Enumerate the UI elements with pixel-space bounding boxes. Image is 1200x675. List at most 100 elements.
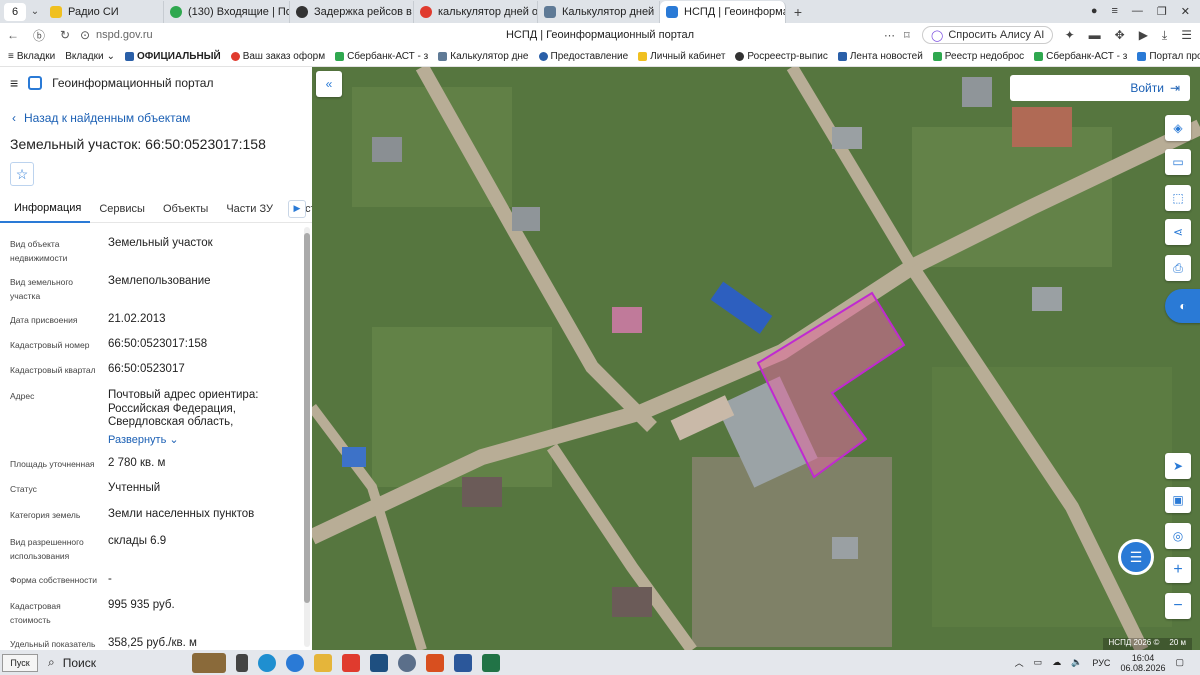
- minimap-icon[interactable]: ▣: [1165, 487, 1191, 513]
- tab-information[interactable]: Информация: [0, 195, 91, 223]
- os-taskbar: Пуск ⌕ Поиск ︿ ▭ ☁ 🔈 РУС 16:04 06.08.202…: [0, 650, 1200, 675]
- share-icon[interactable]: ⋖: [1165, 219, 1191, 245]
- start-button[interactable]: Пуск: [2, 653, 38, 672]
- app-icon[interactable]: [286, 653, 304, 672]
- layers-icon[interactable]: ◈: [1165, 115, 1191, 141]
- restore-icon[interactable]: ❐: [1157, 5, 1167, 18]
- menu-icon[interactable]: ≡: [1111, 5, 1117, 18]
- chat-icon[interactable]: ☰: [1118, 539, 1154, 575]
- alice-button[interactable]: ◯ Спросить Алису AI: [922, 26, 1054, 44]
- map-view[interactable]: « Войти ⇥ ◈ ▭ ⬚ ⋖ ⎙ ◐ ➤ ▣ ◎ ☰ + − НСПД 2…: [312, 67, 1200, 650]
- new-tab-icon[interactable]: +: [786, 4, 810, 20]
- navigation-arrow-icon[interactable]: ➤: [1165, 453, 1191, 479]
- panel-scrollbar[interactable]: [304, 227, 310, 647]
- cloud-icon[interactable]: ☁: [1052, 657, 1061, 668]
- yandex-browser-icon[interactable]: ⓑ: [26, 27, 52, 44]
- bookmark-item[interactable]: Лента новостей: [837, 51, 923, 62]
- expand-address-link[interactable]: Развернуть ⌄: [108, 433, 179, 446]
- yandex-browser-taskbar-icon[interactable]: [342, 653, 360, 672]
- play-icon[interactable]: ▶: [1139, 28, 1148, 43]
- tab-flights[interactable]: Задержка рейсов в Кольц: [290, 0, 414, 23]
- scale-bar: 20 м: [1169, 638, 1186, 647]
- bookmark-tabs[interactable]: Вкладки ⌄: [65, 51, 115, 62]
- bookmark-item[interactable]: Ваш заказ оформ: [230, 51, 325, 62]
- window-controls: ● ≡ — ❐ ✕: [1091, 5, 1200, 18]
- site-icon: [124, 52, 134, 61]
- collapse-panel-button[interactable]: «: [316, 71, 342, 97]
- word-icon[interactable]: [454, 653, 472, 672]
- puzzle-icon[interactable]: ✥: [1115, 28, 1125, 43]
- bookmark-item[interactable]: Сбербанк-АСТ - з: [335, 51, 428, 62]
- monitor-icon[interactable]: [370, 653, 388, 672]
- favorite-star-icon[interactable]: ☆: [10, 162, 34, 186]
- object-info-panel: ≡ Геоинформационный портал ‹ Назад к най…: [0, 67, 312, 650]
- tray-chevron-icon[interactable]: ︿: [1015, 656, 1024, 669]
- bookmark-tabs-menu[interactable]: ≡ Вкладки: [8, 51, 55, 62]
- scrollbar-thumb[interactable]: [304, 233, 310, 603]
- select-area-icon[interactable]: ⬚: [1165, 185, 1191, 211]
- app-orange-icon[interactable]: [426, 653, 444, 672]
- tab-services[interactable]: Сервисы: [90, 195, 154, 223]
- notifications-icon[interactable]: ▢: [1175, 657, 1184, 668]
- bookmark-item[interactable]: Портал простран: [1137, 51, 1200, 62]
- tab-calculator[interactable]: Калькулятор дней: [538, 0, 660, 23]
- url-field[interactable]: nspd.gov.ru: [96, 29, 153, 41]
- bookmark-item[interactable]: Личный кабинет: [638, 51, 725, 62]
- task-view-icon[interactable]: [236, 653, 248, 672]
- zoom-in-button[interactable]: +: [1165, 557, 1191, 583]
- alice-icon: ◯: [931, 29, 944, 42]
- pocket-icon[interactable]: ▬: [1089, 28, 1101, 43]
- window-close-icon[interactable]: ✕: [1181, 5, 1190, 18]
- bookmark-item[interactable]: Реестр недоброс: [932, 51, 1024, 62]
- tab-mail[interactable]: (130) Входящие | Почта: [164, 0, 290, 23]
- tab-nspd[interactable]: НСПД | Геоинформаци ✕: [660, 0, 786, 23]
- bookmark-item[interactable]: ОФИЦИАЛЬНЫЙ: [124, 51, 221, 62]
- bookmark-item[interactable]: Росреестр-выпис: [735, 51, 828, 62]
- chevron-down-icon: ⌄: [106, 51, 115, 62]
- reload-icon[interactable]: ↻: [52, 28, 78, 42]
- map-attribution: НСПД 2026 © 20 м: [1102, 638, 1192, 650]
- back-to-results-link[interactable]: ‹ Назад к найденным объектам: [12, 111, 190, 125]
- bookmark-icon[interactable]: ⌑: [904, 29, 910, 42]
- hamburger-icon[interactable]: ≡: [10, 75, 18, 91]
- extension-icon[interactable]: ✦: [1065, 28, 1075, 43]
- folder-icon[interactable]: [314, 653, 332, 672]
- yandex-icon: [420, 5, 432, 18]
- geolocation-icon[interactable]: ◎: [1165, 523, 1191, 549]
- edge-icon[interactable]: [258, 653, 276, 672]
- language-indicator[interactable]: РУС: [1092, 658, 1110, 668]
- chevron-right-icon[interactable]: ▶: [288, 199, 306, 218]
- tab-count-button[interactable]: 6: [4, 2, 26, 21]
- minimize-icon[interactable]: —: [1132, 5, 1143, 18]
- tab-calculator-search[interactable]: калькулятор дней онлайн: [414, 0, 538, 23]
- chevron-down-icon[interactable]: ⌄: [26, 6, 44, 17]
- taskbar-search[interactable]: ⌕ Поиск: [42, 653, 192, 673]
- download-icon[interactable]: ⤓: [1162, 28, 1167, 43]
- object-title: Земельный участок: 66:50:0523017:158: [10, 136, 266, 152]
- back-arrow-icon[interactable]: ←: [0, 28, 26, 42]
- settings-icon[interactable]: ☰: [1181, 28, 1192, 43]
- login-button[interactable]: Войти ⇥: [1010, 75, 1190, 101]
- clock[interactable]: 16:04 06.08.2026: [1120, 653, 1165, 673]
- tab-radio[interactable]: Радио СИ: [44, 0, 164, 23]
- assistant-icon[interactable]: ◐: [1165, 289, 1200, 323]
- volume-icon[interactable]: 🔈: [1071, 657, 1082, 668]
- info-tabs: Информация Сервисы Объекты Части ЗУ Сост…: [0, 195, 312, 223]
- browser-toolbar: ✦ ▬ ✥ ▶ ⤓ ☰: [1065, 28, 1192, 43]
- weather-widget-icon[interactable]: [192, 652, 226, 673]
- ruler-icon[interactable]: ▭: [1165, 149, 1191, 175]
- excel-icon[interactable]: [482, 653, 500, 672]
- search-icon: ⌕: [48, 655, 55, 669]
- more-icon[interactable]: ⋯: [884, 29, 895, 42]
- bookmark-item[interactable]: Сбербанк-АСТ - з: [1034, 51, 1127, 62]
- bookmark-item[interactable]: Калькулятор дне: [438, 51, 529, 62]
- profile-icon[interactable]: ●: [1091, 5, 1098, 18]
- bookmark-item[interactable]: Предоставление: [538, 51, 628, 62]
- tab-parts[interactable]: Части ЗУ: [217, 195, 282, 223]
- menu-icon: ≡: [8, 51, 14, 62]
- app-c-icon[interactable]: [398, 653, 416, 672]
- zoom-out-button[interactable]: −: [1165, 593, 1191, 619]
- tab-objects[interactable]: Объекты: [154, 195, 217, 223]
- network-icon[interactable]: ▭: [1034, 657, 1043, 668]
- print-icon[interactable]: ⎙: [1165, 255, 1191, 281]
